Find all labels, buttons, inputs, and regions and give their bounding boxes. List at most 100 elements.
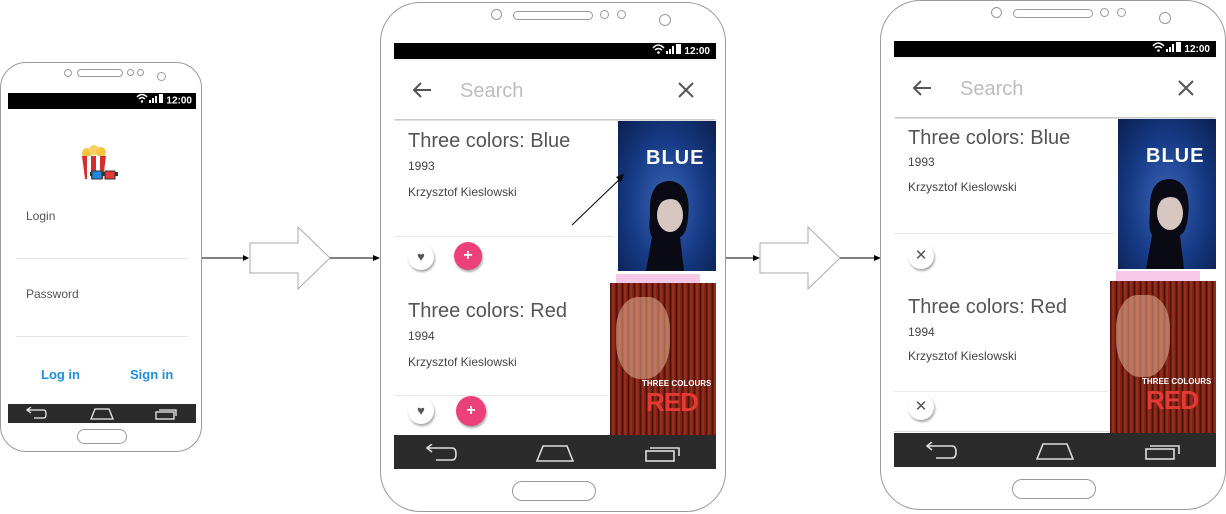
card-divider [394, 395, 608, 396]
home-button[interactable] [1012, 479, 1096, 499]
search-input[interactable]: Search [460, 80, 523, 103]
nav-back-icon[interactable] [922, 442, 958, 460]
movie-card[interactable]: Three colors: Blue 1993 Krzysztof Kieslo… [894, 119, 1216, 282]
camera-dot [659, 14, 671, 26]
movie-year: 1993 [408, 159, 435, 173]
close-icon[interactable] [678, 82, 694, 98]
poster-blue: BLUE [618, 121, 716, 271]
speaker [77, 69, 123, 77]
status-bar: 12:00 [394, 43, 716, 59]
sensor-dot [991, 7, 1002, 18]
search-input[interactable]: Search [960, 78, 1023, 101]
movie-card[interactable]: Three colors: Blue 1993 Krzysztof Kieslo… [394, 121, 716, 286]
status-time: 12:00 [1184, 44, 1210, 56]
poster-title: BLUE [646, 147, 705, 169]
login-label: Login [26, 209, 56, 223]
plus-icon: + [463, 247, 473, 264]
movie-card[interactable]: Three colors: Red 1994 Krzysztof Kieslow… [394, 283, 716, 436]
movie-director: Krzysztof Kieslowski [908, 349, 1017, 363]
nav-home-icon[interactable] [90, 407, 114, 420]
arrow-left-icon[interactable] [912, 79, 932, 97]
login-screen: 12:00 Login Password Log in Sign in [8, 93, 196, 423]
add-button[interactable]: + [456, 396, 486, 426]
sensor-dot [1117, 8, 1126, 17]
nav-back-icon[interactable] [422, 444, 458, 462]
phone-login: 12:00 Login Password Log in Sign in [0, 62, 202, 452]
password-field[interactable] [16, 336, 188, 337]
search-bar: Search [894, 59, 1216, 117]
like-button[interactable]: ♥ [408, 398, 434, 424]
nav-home-icon[interactable] [536, 444, 574, 462]
annotation-arrow [571, 174, 624, 226]
phone-search: 12:00 Search Three colors: Blue 1993 Krz… [380, 2, 726, 512]
poster-blue: BLUE [1118, 119, 1216, 269]
close-icon[interactable] [1178, 80, 1194, 96]
movie-card[interactable]: Three colors: Red 1994 Krzysztof Kieslow… [894, 281, 1216, 433]
search-screen: 12:00 Search Three colors: Blue 1993 Krz… [394, 43, 716, 469]
movie-title: Three colors: Red [908, 296, 1067, 318]
status-time: 12:00 [166, 95, 192, 107]
close-icon: ✕ [914, 398, 928, 415]
movie-year: 1994 [908, 325, 935, 339]
movie-year: 1993 [908, 155, 935, 169]
flow-arrow-1 [202, 225, 380, 291]
status-bar: 12:00 [8, 93, 196, 109]
poster-title: RED [1146, 385, 1199, 415]
login-button[interactable]: Log in [41, 367, 80, 382]
flow-arrow-2 [725, 225, 881, 291]
heart-icon: ♥ [417, 249, 425, 264]
plus-icon: + [466, 402, 476, 419]
nav-recents-icon[interactable] [154, 407, 178, 420]
poster-title: BLUE [1146, 145, 1205, 167]
card-divider [394, 236, 614, 237]
movie-title: Three colors: Red [408, 300, 567, 322]
highlight-strip [1116, 271, 1200, 281]
phone-added: 12:00 Search Three colors: Blue 1993 Krz… [880, 0, 1226, 510]
remove-button[interactable]: ✕ [908, 243, 934, 269]
nav-bar [8, 404, 196, 423]
poster-face [616, 297, 670, 379]
home-button[interactable] [77, 429, 127, 444]
signin-button[interactable]: Sign in [130, 367, 173, 382]
movie-title: Three colors: Blue [408, 130, 571, 152]
nav-bar [894, 433, 1216, 467]
nav-recents-icon[interactable] [1144, 442, 1182, 460]
movie-title: Three colors: Blue [908, 127, 1071, 149]
signal-icon [1152, 41, 1182, 58]
speaker [513, 11, 593, 20]
sensor-dot [1100, 8, 1109, 17]
sensor-dot [127, 69, 134, 76]
add-button[interactable]: + [454, 242, 482, 270]
sensor-dot [617, 10, 626, 19]
nav-back-icon[interactable] [24, 407, 48, 420]
home-button[interactable] [512, 481, 596, 501]
like-button[interactable]: ♥ [408, 244, 434, 270]
poster-face [1146, 179, 1189, 269]
card-divider [894, 391, 1108, 392]
camera-dot [1159, 12, 1171, 24]
remove-button[interactable]: ✕ [908, 394, 934, 420]
search-bar: Search [394, 61, 716, 119]
arrow-left-icon[interactable] [412, 81, 432, 99]
signal-icon [136, 93, 164, 109]
poster-red: THREE COLOURS RED [610, 283, 716, 435]
sensor-dot [600, 10, 609, 19]
poster-face [646, 181, 689, 271]
poster-title: RED [646, 387, 699, 417]
poster-red: THREE COLOURS RED [1110, 281, 1216, 433]
login-field[interactable] [16, 258, 188, 259]
sensor-dot [491, 9, 502, 20]
heart-icon: ♥ [417, 403, 425, 418]
app-logo-icon [78, 145, 120, 185]
movie-director: Krzysztof Kieslowski [408, 185, 517, 199]
nav-recents-icon[interactable] [644, 444, 682, 462]
nav-home-icon[interactable] [1036, 442, 1074, 460]
signal-icon [652, 43, 682, 60]
status-time: 12:00 [684, 46, 710, 58]
added-screen: 12:00 Search Three colors: Blue 1993 Krz… [894, 41, 1216, 467]
status-bar: 12:00 [894, 41, 1216, 57]
close-icon: ✕ [914, 247, 928, 264]
sensor-dot [137, 69, 144, 76]
speaker [1013, 9, 1093, 18]
sensor-dot [64, 69, 72, 77]
